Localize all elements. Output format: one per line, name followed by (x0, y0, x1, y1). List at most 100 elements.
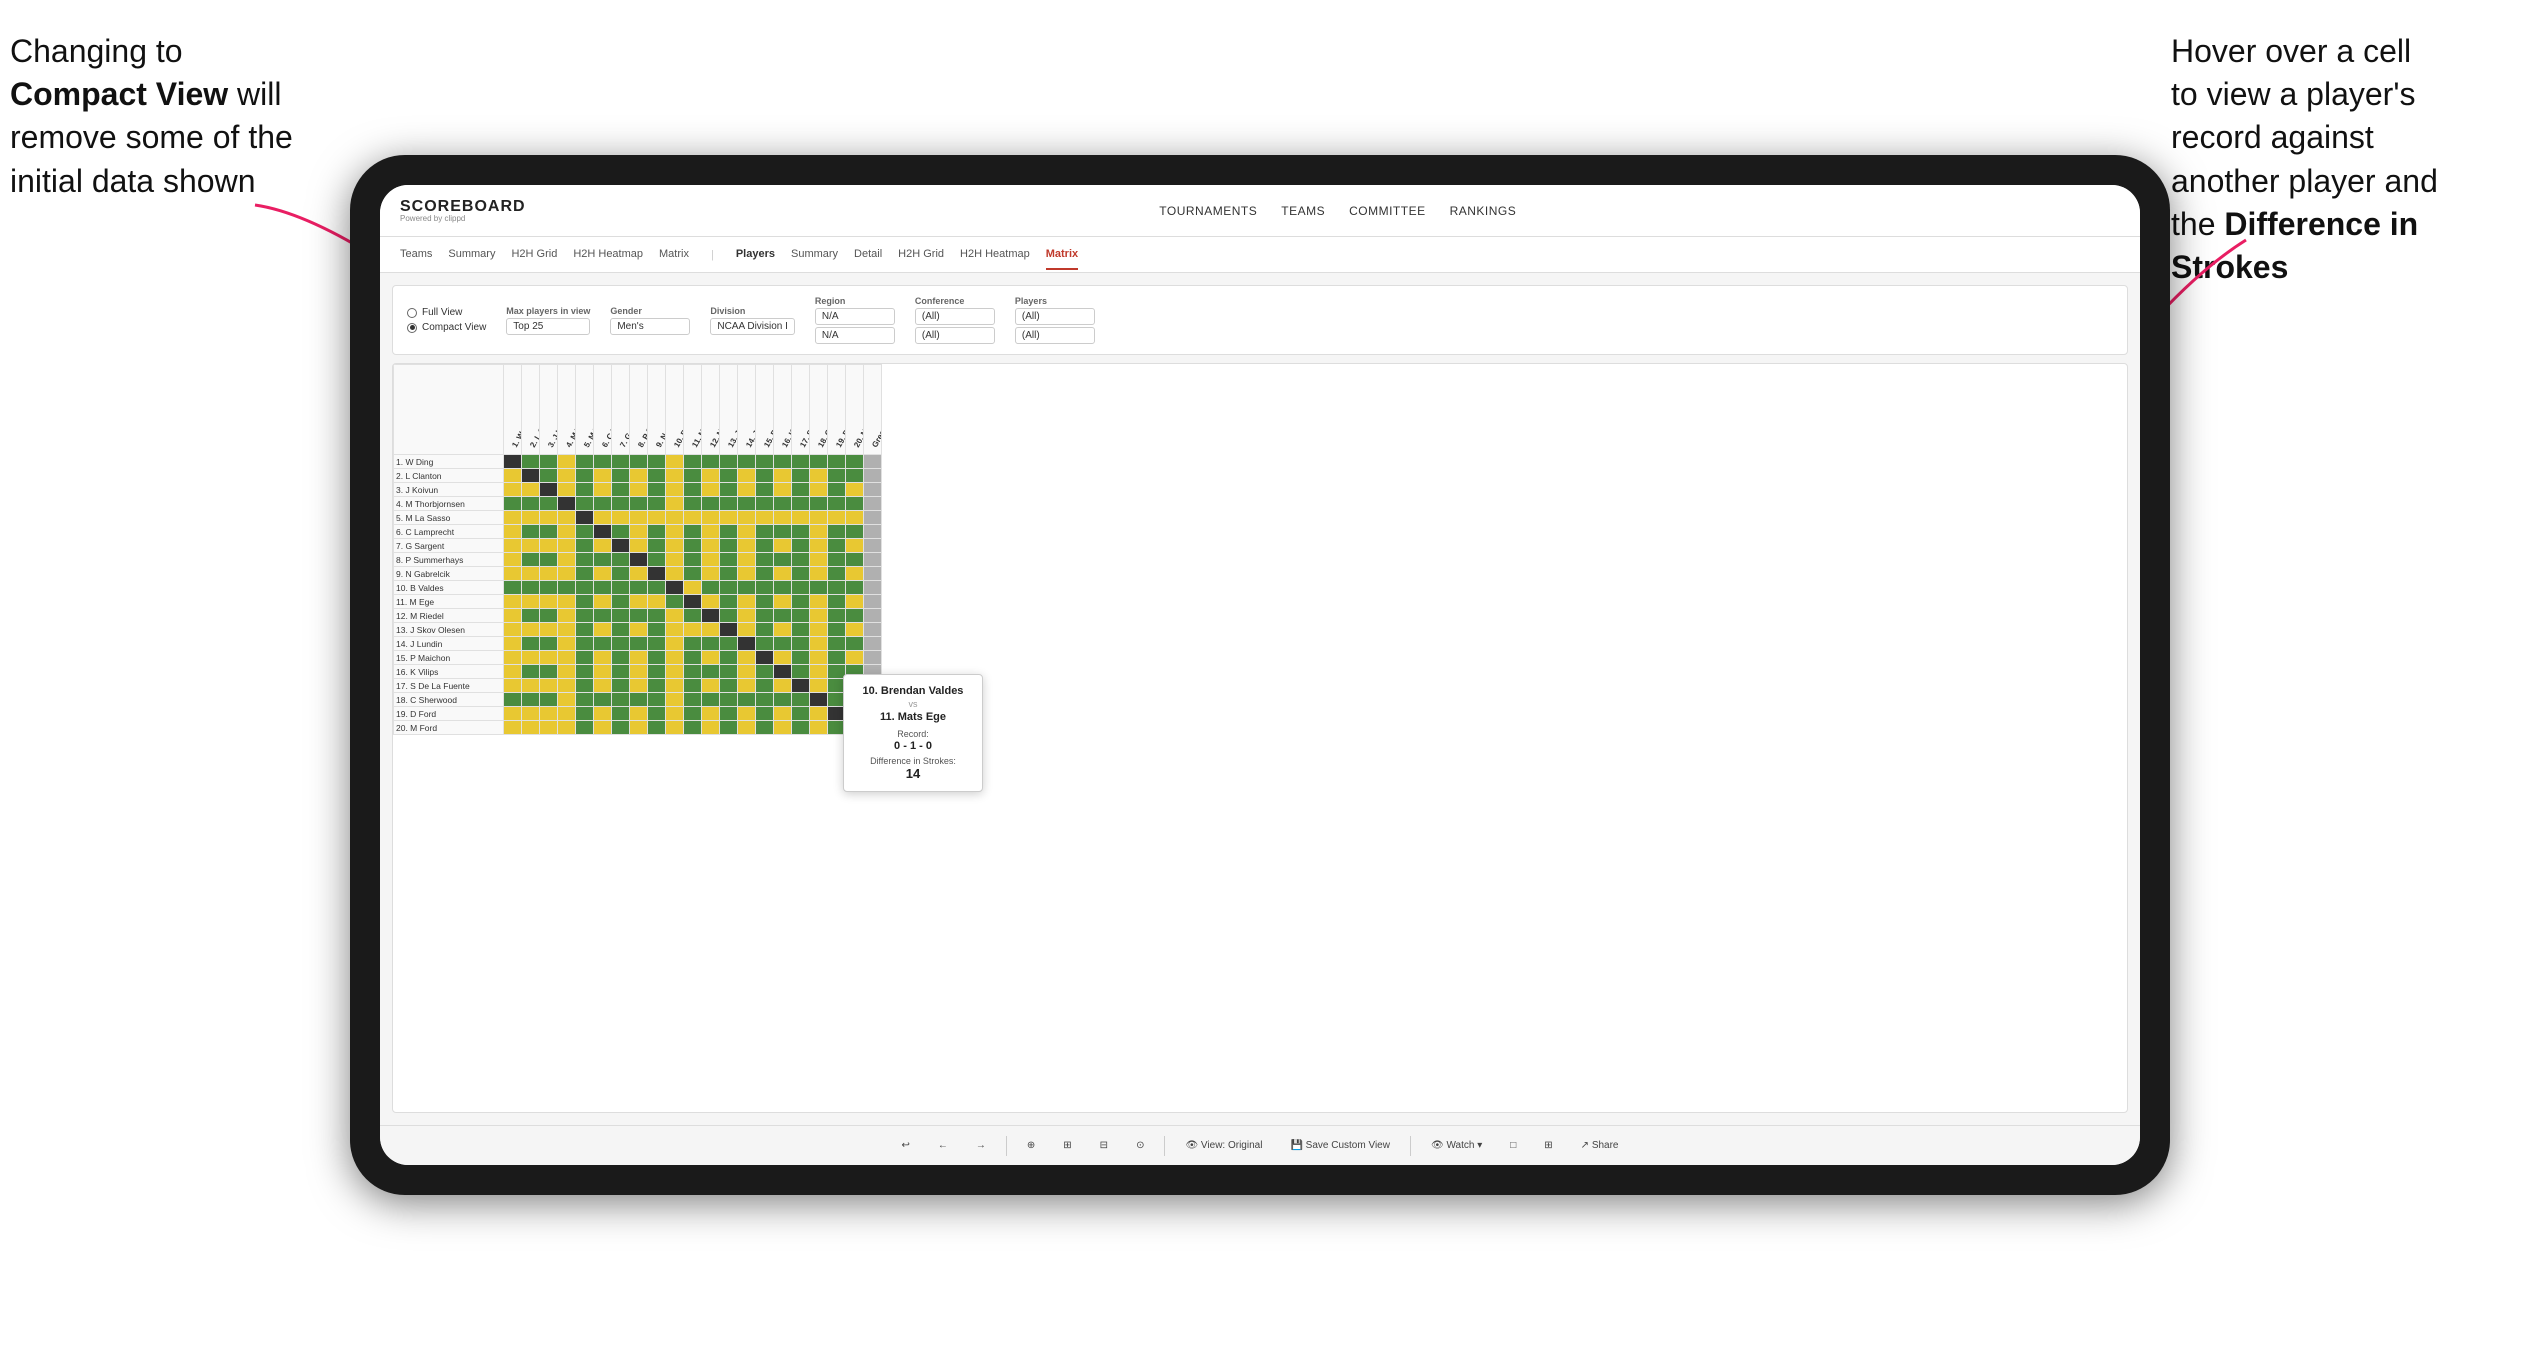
cell-11-12[interactable] (720, 609, 738, 623)
cell-0-7[interactable] (630, 455, 648, 469)
cell-16-5[interactable] (594, 679, 612, 693)
cell-5-0[interactable] (504, 525, 522, 539)
cell-11-4[interactable] (576, 609, 594, 623)
cell-15-16[interactable] (792, 665, 810, 679)
cell-15-9[interactable] (666, 665, 684, 679)
cell-8-17[interactable] (810, 567, 828, 581)
cell-2-15[interactable] (774, 483, 792, 497)
cell-1-19[interactable] (846, 469, 864, 483)
cell-6-7[interactable] (630, 539, 648, 553)
cell-10-9[interactable] (666, 595, 684, 609)
cell-18-14[interactable] (756, 707, 774, 721)
toolbar-minus[interactable]: ⊟ (1092, 1136, 1116, 1155)
cell-0-5[interactable] (594, 455, 612, 469)
tab-teams[interactable]: Teams (400, 240, 432, 270)
cell-19-6[interactable] (612, 721, 630, 735)
cell-8-0[interactable] (504, 567, 522, 581)
cell-18-0[interactable] (504, 707, 522, 721)
cell-1-10[interactable] (684, 469, 702, 483)
max-players-value[interactable]: Top 25 (506, 318, 590, 335)
cell-12-8[interactable] (648, 623, 666, 637)
cell-13-0[interactable] (504, 637, 522, 651)
toolbar-share[interactable]: ↗ Share (1573, 1136, 1627, 1155)
cell-3-13[interactable] (738, 497, 756, 511)
cell-1-11[interactable] (702, 469, 720, 483)
toolbar-save-custom[interactable]: 💾 Save Custom View (1282, 1136, 1398, 1155)
cell-3-18[interactable] (828, 497, 846, 511)
cell-4-0[interactable] (504, 511, 522, 525)
cell-2-1[interactable] (522, 483, 540, 497)
region-value1[interactable]: N/A (815, 308, 895, 325)
cell-13-18[interactable] (828, 637, 846, 651)
compact-view-radio[interactable] (407, 323, 417, 333)
cell-13-20[interactable] (864, 637, 882, 651)
cell-2-19[interactable] (846, 483, 864, 497)
cell-2-10[interactable] (684, 483, 702, 497)
region-value2[interactable]: N/A (815, 327, 895, 344)
conference-value2[interactable]: (All) (915, 327, 995, 344)
cell-19-13[interactable] (738, 721, 756, 735)
cell-17-3[interactable] (558, 693, 576, 707)
cell-12-7[interactable] (630, 623, 648, 637)
tab-h2h-heatmap2[interactable]: H2H Heatmap (960, 240, 1030, 270)
cell-13-19[interactable] (846, 637, 864, 651)
cell-7-5[interactable] (594, 553, 612, 567)
players-value2[interactable]: (All) (1015, 327, 1095, 344)
cell-0-10[interactable] (684, 455, 702, 469)
cell-13-12[interactable] (720, 637, 738, 651)
cell-0-2[interactable] (540, 455, 558, 469)
cell-0-9[interactable] (666, 455, 684, 469)
cell-9-5[interactable] (594, 581, 612, 595)
cell-3-19[interactable] (846, 497, 864, 511)
cell-14-12[interactable] (720, 651, 738, 665)
cell-1-14[interactable] (756, 469, 774, 483)
tab-summary2[interactable]: Summary (791, 240, 838, 270)
cell-17-13[interactable] (738, 693, 756, 707)
cell-5-19[interactable] (846, 525, 864, 539)
cell-19-0[interactable] (504, 721, 522, 735)
cell-7-4[interactable] (576, 553, 594, 567)
cell-18-9[interactable] (666, 707, 684, 721)
cell-6-5[interactable] (594, 539, 612, 553)
cell-2-7[interactable] (630, 483, 648, 497)
cell-6-2[interactable] (540, 539, 558, 553)
cell-10-20[interactable] (864, 595, 882, 609)
cell-15-6[interactable] (612, 665, 630, 679)
cell-1-3[interactable] (558, 469, 576, 483)
cell-9-0[interactable] (504, 581, 522, 595)
cell-1-2[interactable] (540, 469, 558, 483)
cell-15-11[interactable] (702, 665, 720, 679)
cell-13-9[interactable] (666, 637, 684, 651)
cell-18-12[interactable] (720, 707, 738, 721)
cell-13-14[interactable] (756, 637, 774, 651)
cell-16-17[interactable] (810, 679, 828, 693)
cell-14-16[interactable] (792, 651, 810, 665)
cell-5-2[interactable] (540, 525, 558, 539)
cell-16-8[interactable] (648, 679, 666, 693)
cell-9-6[interactable] (612, 581, 630, 595)
tab-matrix1[interactable]: Matrix (659, 240, 689, 270)
conference-value1[interactable]: (All) (915, 308, 995, 325)
cell-6-17[interactable] (810, 539, 828, 553)
cell-7-9[interactable] (666, 553, 684, 567)
cell-6-20[interactable] (864, 539, 882, 553)
cell-14-11[interactable] (702, 651, 720, 665)
cell-13-15[interactable] (774, 637, 792, 651)
cell-10-0[interactable] (504, 595, 522, 609)
cell-11-7[interactable] (630, 609, 648, 623)
cell-5-11[interactable] (702, 525, 720, 539)
cell-7-17[interactable] (810, 553, 828, 567)
nav-committee[interactable]: COMMITTEE (1349, 200, 1426, 222)
cell-10-17[interactable] (810, 595, 828, 609)
cell-11-19[interactable] (846, 609, 864, 623)
cell-12-1[interactable] (522, 623, 540, 637)
cell-19-17[interactable] (810, 721, 828, 735)
cell-7-2[interactable] (540, 553, 558, 567)
cell-0-8[interactable] (648, 455, 666, 469)
cell-10-16[interactable] (792, 595, 810, 609)
cell-4-18[interactable] (828, 511, 846, 525)
cell-15-15[interactable] (774, 665, 792, 679)
cell-12-13[interactable] (738, 623, 756, 637)
cell-0-12[interactable] (720, 455, 738, 469)
cell-4-15[interactable] (774, 511, 792, 525)
